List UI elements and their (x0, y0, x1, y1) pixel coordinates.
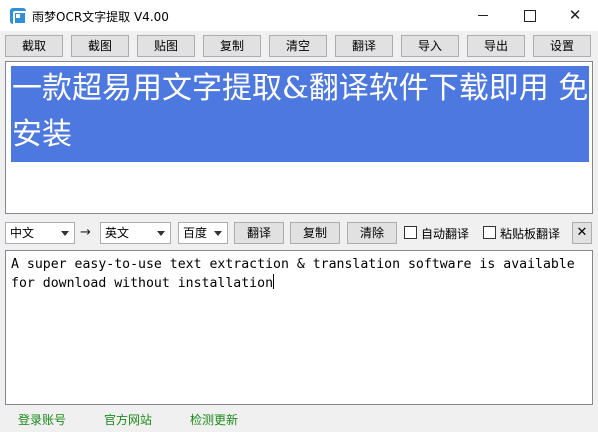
clipboard-translate-checkbox[interactable] (483, 226, 496, 239)
close-icon: ✕ (576, 225, 588, 240)
title-bar: 雨梦OCR文字提取 V4.00 ✕ (0, 0, 598, 31)
engine-value: 百度 (183, 226, 208, 240)
main-toolbar: 截取 截图 贴图 复制 清空 翻译 导入 导出 设置 (0, 31, 598, 61)
import-button[interactable]: 导入 (401, 35, 459, 57)
translate-button[interactable]: 翻译 (335, 35, 393, 57)
source-language-select[interactable]: 中文 (5, 222, 75, 244)
auto-translate-label[interactable]: 自动翻译 (421, 225, 469, 242)
auto-translate-checkbox[interactable] (404, 226, 417, 239)
login-link[interactable]: 登录账号 (18, 411, 66, 428)
arrow-right-icon: → (80, 225, 91, 240)
clipboard-translate-label[interactable]: 粘贴板翻译 (500, 225, 560, 242)
source-language-value: 中文 (10, 226, 35, 240)
window-title: 雨梦OCR文字提取 V4.00 (32, 10, 169, 24)
result-text[interactable]: A super easy-to-use text extraction & tr… (11, 256, 587, 293)
chevron-down-icon (157, 231, 165, 236)
text-cursor (273, 274, 275, 289)
result-translate-button[interactable]: 翻译 (234, 222, 284, 244)
check-update-link[interactable]: 检测更新 (190, 411, 238, 428)
settings-button[interactable]: 设置 (533, 35, 591, 57)
copy-button[interactable]: 复制 (203, 35, 261, 57)
maximize-button[interactable] (506, 0, 552, 31)
source-text-area[interactable]: 一款超易用文字提取&翻译软件下载即用 免安装 (5, 61, 593, 214)
target-language-select[interactable]: 英文 (100, 222, 171, 244)
close-icon: ✕ (568, 6, 582, 24)
result-clear-button[interactable]: 清除 (347, 222, 397, 244)
screenshot-button[interactable]: 截图 (71, 35, 129, 57)
clear-all-button[interactable]: 清空 (269, 35, 327, 57)
source-text-selected[interactable]: 一款超易用文字提取&翻译软件下载即用 免安装 (11, 66, 589, 162)
result-copy-button[interactable]: 复制 (290, 222, 340, 244)
status-bar: 登录账号 官方网站 检测更新 (0, 406, 598, 432)
minimize-button[interactable] (460, 0, 506, 31)
pin-image-button[interactable]: 贴图 (137, 35, 195, 57)
translate-bar: 中文 → 英文 百度 翻译 复制 清除 自动翻译 粘贴板翻译 ✕ (0, 219, 598, 247)
website-link[interactable]: 官方网站 (104, 411, 152, 428)
target-language-value: 英文 (105, 226, 130, 240)
result-text-area[interactable]: A super easy-to-use text extraction & tr… (5, 250, 593, 405)
capture-button[interactable]: 截取 (5, 35, 63, 57)
chevron-down-icon (214, 231, 222, 236)
engine-select[interactable]: 百度 (178, 222, 228, 244)
app-icon (10, 8, 27, 25)
export-button[interactable]: 导出 (467, 35, 525, 57)
chevron-down-icon (61, 231, 69, 236)
result-text-content: A super easy-to-use text extraction & tr… (11, 257, 583, 291)
close-button[interactable]: ✕ (552, 0, 598, 31)
close-panel-button[interactable]: ✕ (572, 222, 592, 244)
